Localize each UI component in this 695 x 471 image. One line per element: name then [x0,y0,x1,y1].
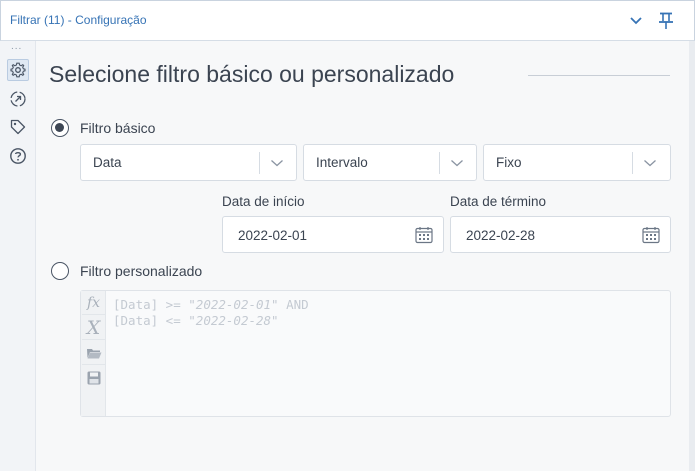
sidebar-item-help[interactable] [7,145,29,167]
fx-icon: fx [86,294,101,311]
field-select[interactable]: Data [80,144,297,181]
sidebar-item-annotation[interactable] [7,116,29,138]
expression-line-1-suffix: AND [278,297,309,312]
end-date-label: Data de término [450,194,547,209]
expression-editor[interactable]: fx X [Data] >= "2022-02-01" AND [Data] <… [80,290,671,417]
configuration-panel: Selecione filtro básico ou personalizado… [36,41,689,471]
operator-select-value: Intervalo [316,155,368,170]
calendar-icon[interactable] [641,225,661,245]
start-date-value: 2022-02-01 [238,228,308,243]
custom-filter-label[interactable]: Filtro personalizado [80,263,202,279]
expression-line-2-string: "2022-02-28" [188,313,279,328]
mode-select-value: Fixo [496,155,522,170]
title-bar: Filtrar (11) - Configuração [0,0,695,41]
save-icon [87,371,100,385]
expression-line-2-prefix: [Data] <= [113,313,189,328]
chevron-down-icon [644,160,656,167]
custom-filter-radio[interactable] [51,262,69,280]
basic-filter-radio[interactable] [51,119,69,137]
variable-x-icon: X [86,316,101,339]
operator-select[interactable]: Intervalo [303,144,477,181]
sidebar-overflow-dots[interactable]: ... [11,41,22,52]
pin-icon[interactable] [658,12,674,30]
chevron-down-icon [271,160,283,167]
sidebar-item-connections[interactable] [7,88,29,110]
basic-filter-label[interactable]: Filtro básico [80,120,155,136]
end-date-input[interactable]: 2022-02-28 [450,216,671,253]
gear-icon [10,62,26,78]
sidebar: ... [0,41,36,471]
select-separator [259,152,260,174]
expression-toolbar: fx X [81,291,106,416]
window-title: Filtrar (11) - Configuração [10,13,147,27]
chevron-down-icon[interactable] [629,14,643,28]
tag-icon [10,119,26,135]
start-date-input[interactable]: 2022-02-01 [222,216,444,253]
end-date-value: 2022-02-28 [466,228,536,243]
select-separator [439,152,440,174]
heading-divider [528,75,670,76]
variables-button[interactable]: X [82,316,105,340]
start-date-label: Data de início [222,194,305,209]
functions-button[interactable]: fx [82,291,105,315]
open-expression-button[interactable] [82,341,105,365]
expression-line-1-string: "2022-02-01" [188,297,279,312]
calendar-icon[interactable] [414,225,434,245]
folder-open-icon [86,348,101,358]
help-icon [10,148,26,164]
sidebar-item-configuration[interactable] [7,59,29,81]
chevron-down-icon [451,160,463,167]
expression-text[interactable]: [Data] >= "2022-02-01" AND [Data] <= "20… [113,297,309,329]
select-separator [632,152,633,174]
save-expression-button[interactable] [82,366,105,390]
field-select-value: Data [93,155,122,170]
expression-line-1-prefix: [Data] >= [113,297,189,312]
scrollbar[interactable] [689,41,695,471]
mode-select[interactable]: Fixo [483,144,671,181]
page-title: Selecione filtro básico ou personalizado [49,61,455,87]
connection-arrow-icon [10,91,26,107]
